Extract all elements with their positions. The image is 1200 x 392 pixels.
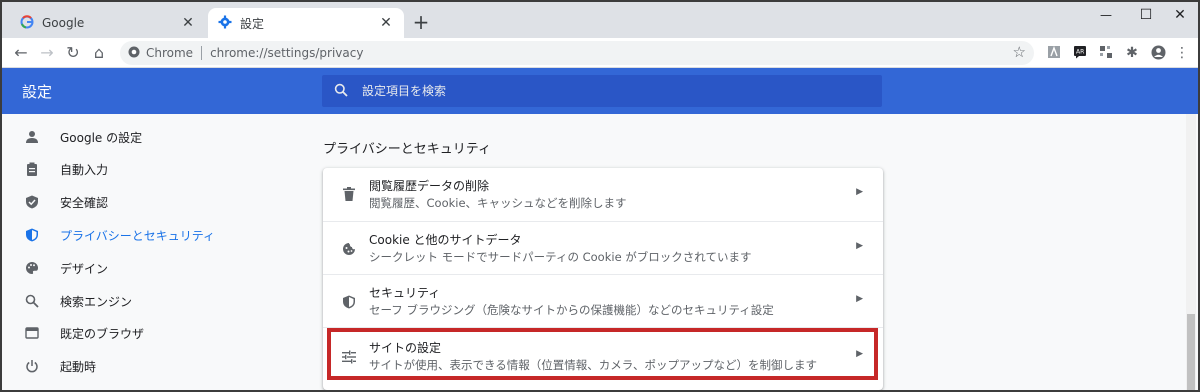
row-subtitle: セーフ ブラウジング（危険なサイトからの保護機能）などのセキュリティ設定 (369, 303, 774, 317)
chevron-right-icon: ▶ (856, 294, 863, 304)
row-title: サイトの設定 (369, 341, 442, 355)
ar-extension-icon[interactable]: AR (1072, 45, 1088, 61)
tab-strip: Google ✕ 設定 ✕ + — ☐ ✕ (2, 2, 1198, 38)
row-subtitle: サイトが使用、表示できる情報（位置情報、カメラ、ポップアップなど）を制御します (369, 358, 818, 372)
row-cookies[interactable]: Cookie と他のサイトデータ シークレット モードでサードパーティの Coo… (323, 221, 883, 274)
bookmark-star-icon[interactable]: ☆ (1013, 43, 1026, 61)
reload-icon[interactable]: ↻ (62, 42, 84, 64)
origin-label: Chrome (146, 46, 194, 60)
settings-card: 閲覧履歴データの削除 閲覧履歴、Cookie、キャッシュなどを削除します ▶ C… (323, 168, 883, 390)
search-input[interactable] (362, 84, 842, 98)
sidebar-item-label: 安全確認 (60, 195, 109, 210)
chevron-right-icon: ▶ (856, 241, 863, 251)
browser-window: Google ✕ 設定 ✕ + — ☐ ✕ ← → ↻ ⌂ Chrome chr… (0, 0, 1200, 392)
shield-check-icon (24, 194, 40, 210)
shield-icon (24, 227, 40, 243)
sidebar-item-label: デザイン (60, 261, 109, 276)
cookie-icon (341, 241, 357, 257)
row-clear-browsing-data[interactable]: 閲覧履歴データの削除 閲覧履歴、Cookie、キャッシュなどを削除します ▶ (323, 168, 883, 221)
back-arrow-icon[interactable]: ← (10, 42, 32, 64)
scrollbar[interactable] (1186, 114, 1196, 390)
row-title: セキュリティ (369, 286, 441, 300)
kebab-menu-icon[interactable]: ⋮ (1174, 45, 1190, 61)
row-title: Cookie と他のサイトデータ (369, 233, 522, 247)
url-text: chrome://settings/privacy (210, 46, 364, 60)
tab-title: Google (42, 16, 85, 30)
page-title: 設定 (22, 83, 53, 101)
close-window-button[interactable]: ✕ (1158, 2, 1198, 30)
sidebar-item-label: Google の設定 (60, 130, 143, 145)
chrome-icon (128, 46, 140, 61)
sidebar-item-label: 検索エンジン (60, 294, 133, 309)
section-title: プライバシーとセキュリティ (323, 142, 491, 157)
tab-close-icon[interactable]: ✕ (180, 15, 196, 31)
sidebar-item-google-settings[interactable]: Google の設定 (2, 122, 302, 152)
tab-settings[interactable]: 設定 ✕ (208, 8, 404, 38)
new-tab-button[interactable]: + (410, 12, 432, 34)
pdf-extension-icon[interactable] (1046, 45, 1062, 61)
chevron-right-icon: ▶ (856, 349, 863, 359)
sidebar-item-autofill[interactable]: 自動入力 (2, 154, 302, 184)
tab-close-icon[interactable]: ✕ (378, 15, 394, 31)
sidebar-item-default-browser[interactable]: 既定のブラウザ (2, 318, 302, 348)
sidebar: Google の設定 自動入力 安全確認 プライバシーとセキュリティ デザイン … (2, 114, 302, 390)
sidebar-item-appearance[interactable]: デザイン (2, 253, 302, 283)
tab-title: 設定 (240, 16, 265, 31)
sidebar-item-label: 既定のブラウザ (60, 326, 145, 341)
search-icon (334, 82, 348, 101)
row-subtitle: 閲覧履歴、Cookie、キャッシュなどを削除します (369, 196, 627, 210)
scrollbar-thumb[interactable] (1187, 314, 1195, 390)
shield-icon (341, 294, 357, 310)
sidebar-item-search-engine[interactable]: 検索エンジン (2, 286, 302, 316)
trash-icon (341, 186, 357, 202)
tab-google[interactable]: Google ✕ (10, 8, 206, 38)
palette-icon (24, 260, 40, 276)
minimize-button[interactable]: — (1084, 2, 1128, 30)
row-site-settings[interactable]: サイトの設定 サイトが使用、表示できる情報（位置情報、カメラ、ポップアップなど）… (323, 327, 883, 390)
google-g-icon (20, 14, 34, 32)
sidebar-item-privacy-security[interactable]: プライバシーとセキュリティ (2, 220, 302, 250)
forward-arrow-icon[interactable]: → (36, 42, 58, 64)
address-bar[interactable]: Chrome chrome://settings/privacy ☆ (120, 41, 1034, 65)
settings-search[interactable] (322, 75, 882, 107)
sidebar-item-on-startup[interactable]: 起動時 (2, 351, 302, 381)
omnibox-divider (201, 46, 203, 60)
browser-icon (24, 325, 40, 341)
profile-avatar-icon[interactable] (1150, 45, 1166, 61)
row-subtitle: シークレット モードでサードパーティの Cookie がブロックされています (369, 250, 752, 264)
row-title: 閲覧履歴データの削除 (369, 179, 490, 193)
extensions-puzzle-icon[interactable]: ✱ (1124, 45, 1140, 61)
sidebar-item-label: 自動入力 (60, 162, 109, 177)
settings-header: 設定 (2, 68, 1198, 114)
gear-icon (218, 15, 232, 32)
person-icon (24, 129, 40, 145)
sidebar-item-label: 起動時 (60, 359, 97, 374)
sidebar-item-label: プライバシーとセキュリティ (60, 228, 216, 243)
browser-toolbar: ← → ↻ ⌂ Chrome chrome://settings/privacy… (2, 38, 1198, 68)
power-icon (24, 358, 40, 374)
search-icon (24, 293, 40, 309)
qr-extension-icon[interactable] (1098, 45, 1114, 61)
chevron-right-icon: ▶ (856, 187, 863, 197)
clipboard-icon (24, 161, 40, 177)
sidebar-item-safety-check[interactable]: 安全確認 (2, 187, 302, 217)
sliders-icon (341, 349, 357, 365)
svg-text:AR: AR (1076, 49, 1084, 56)
row-security[interactable]: セキュリティ セーフ ブラウジング（危険なサイトからの保護機能）などのセキュリテ… (323, 274, 883, 327)
home-icon[interactable]: ⌂ (88, 42, 110, 64)
